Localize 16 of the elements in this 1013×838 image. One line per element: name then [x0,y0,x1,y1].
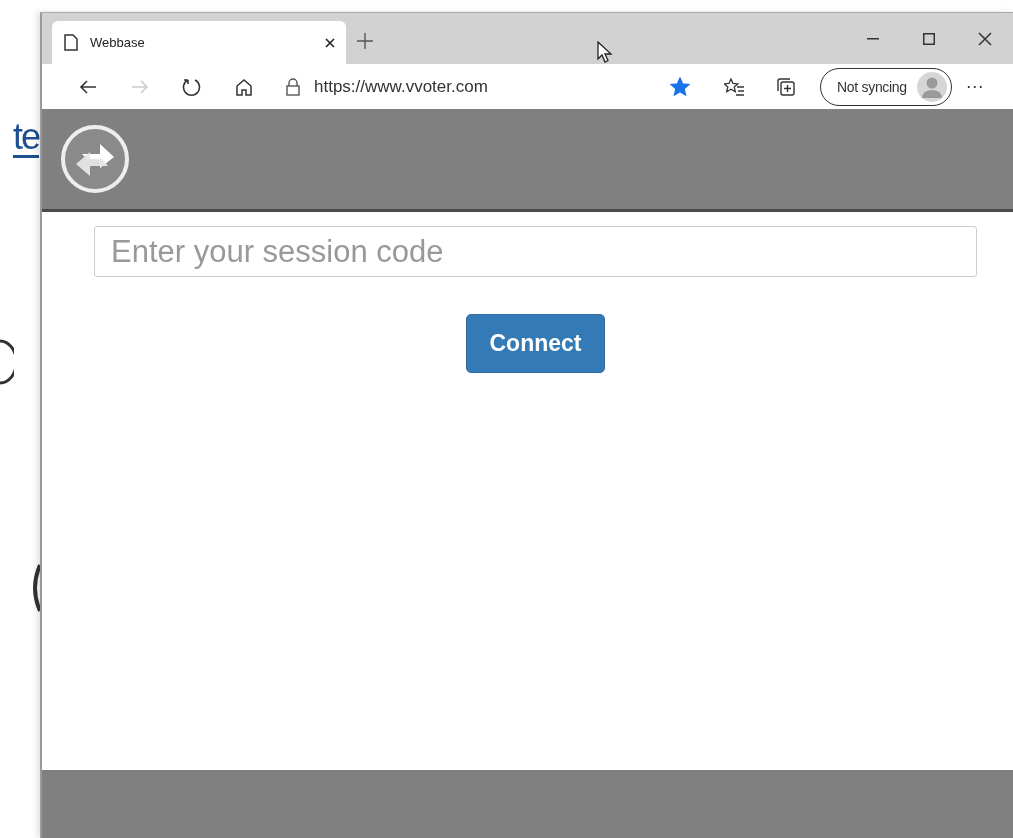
browser-tab[interactable]: Webbase [52,21,346,64]
lock-icon [286,77,300,96]
new-tab-icon[interactable] [356,32,374,50]
sync-button[interactable]: Not syncing [820,67,952,106]
logo-icon [60,124,130,194]
more-button[interactable]: ··· [965,76,984,97]
close-icon[interactable] [324,36,336,49]
connect-button[interactable]: Connect [466,314,605,373]
star-icon[interactable] [670,77,690,96]
cut-letter-drawing [32,563,40,613]
page-icon [64,34,78,51]
url-text: https://www.vvoter.com [314,76,489,97]
page-link[interactable]: te [12,115,39,159]
avatar-icon [916,71,947,102]
tab-title: Webbase [90,35,146,50]
session-code-field[interactable]: Enter your session code [94,226,977,277]
